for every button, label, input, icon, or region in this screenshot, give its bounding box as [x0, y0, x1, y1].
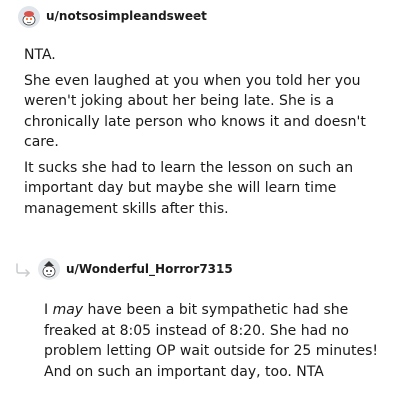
comment-2-emphasis: may [52, 302, 84, 318]
comment-2-body: I may have been a bit sympathetic had sh… [44, 300, 384, 382]
comment-1-paragraph: NTA. [24, 47, 56, 63]
comment-2-text-after: have been a bit sympathetic had she frea… [44, 302, 379, 380]
comment-1-body: NTA. She even laughed at you when you to… [24, 45, 372, 219]
comment-1-paragraph: She even laughed at you when you told he… [24, 72, 366, 151]
meta-separator: · [219, 262, 223, 276]
meta-separator: · [193, 9, 197, 23]
comment-2-username[interactable]: u/Wonderful_Horror7315 [66, 262, 233, 276]
snoo-avatar-icon[interactable] [38, 258, 60, 280]
reply-arrow-icon [16, 263, 31, 277]
comment-1-username[interactable]: u/notsosimpleandsweet [46, 9, 207, 23]
comment-2-text-before: I [44, 302, 53, 318]
snoo-avatar-icon[interactable] [18, 6, 40, 28]
comment-1-paragraph: It sucks she had to learn the lesson on … [24, 159, 354, 217]
